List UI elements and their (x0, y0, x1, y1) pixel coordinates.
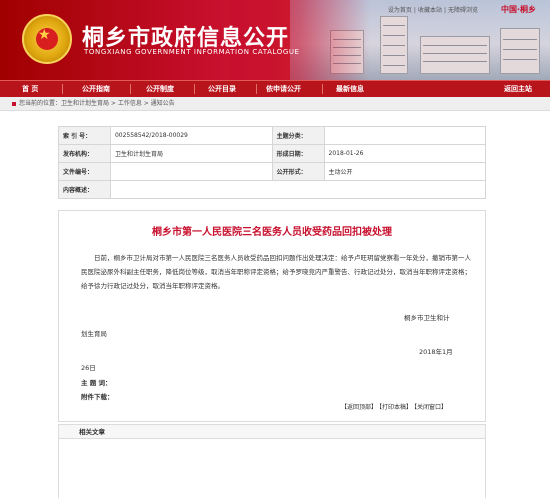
nav-guide[interactable]: 公开指南 (82, 81, 110, 97)
topic-value (323, 126, 487, 145)
nav-system[interactable]: 公开制度 (146, 81, 174, 97)
breadcrumb: 您当前的位置：卫生和计划生育局 > 工作信息 > 通知公告 (0, 97, 550, 111)
main-nav: 首 页 公开指南 公开制度 公开目录 依申请公开 最新信息 返回主站 (0, 80, 550, 97)
signature-line: 桐乡市卫生和计 (404, 314, 450, 322)
docno-label: 文件编号： (58, 162, 111, 181)
header-banner: ★ 桐乡市政府信息公开 TONGXIANG GOVERNMENT INFORMA… (0, 0, 550, 80)
top-links: 设为首页 | 收藏本站 | 无障碍浏览 (386, 7, 480, 14)
breadcrumb-text[interactable]: 您当前的位置：卫生和计划生育局 > 工作信息 > 通知公告 (19, 100, 175, 107)
bullet-icon (12, 101, 16, 106)
print-link[interactable]: 【打印本稿】 (378, 404, 413, 411)
nav-catalogue[interactable]: 公开目录 (208, 81, 236, 97)
nav-home[interactable]: 首 页 (22, 81, 38, 97)
building-image (380, 16, 408, 74)
accessibility-link[interactable]: 无障碍浏览 (446, 7, 480, 14)
form-label: 公开形式： (271, 162, 325, 181)
building-image (420, 36, 490, 74)
nav-latest[interactable]: 最新信息 (336, 81, 364, 97)
related-heading: 相关文章 (59, 425, 485, 439)
attachment-label: 附件下载： (81, 393, 114, 401)
article-body: 日前，桐乡市卫计局对市第一人民医院三名医务人员收受药品回扣问题作出处理决定：给予… (81, 254, 471, 290)
publish-date-continued: 26日 (81, 364, 96, 372)
national-emblem-icon: ★ (22, 14, 72, 64)
article-actions: 【返回顶部】 【打印本稿】 【关闭窗口】 (340, 402, 448, 411)
summary-value (109, 180, 487, 199)
date-value: 2018-01-26 (323, 144, 487, 163)
nav-application[interactable]: 依申请公开 (266, 81, 301, 97)
issuer-value: 卫生和计划生育局 (109, 144, 273, 163)
bookmark-link[interactable]: 收藏本站 (416, 7, 444, 14)
close-window-link[interactable]: 【关闭窗口】 (413, 404, 448, 411)
issuer-label: 发布机构： (58, 144, 111, 163)
site-subtitle: TONGXIANG GOVERNMENT INFORMATION CATALOG… (84, 48, 300, 56)
metadata-table: 索 引 号： 002558542/2018-00029 主题分类： 发布机构： … (58, 126, 487, 199)
keywords-label: 主 题 词： (81, 379, 112, 387)
building-image (500, 28, 540, 74)
publish-date: 2018年1月 (419, 348, 453, 356)
article-panel: 桐乡市第一人民医院三名医务人员收受药品回扣被处理 日前，桐乡市卫计局对市第一人民… (58, 210, 486, 422)
index-label: 索 引 号： (58, 126, 111, 145)
signature-line-continued: 划生育局 (81, 330, 107, 338)
article-title: 桐乡市第一人民医院三名医务人员收受药品回扣被处理 (152, 227, 392, 238)
nav-main-site[interactable]: 返回主站 (504, 81, 532, 97)
related-articles: 相关文章 (58, 424, 486, 498)
topic-label: 主题分类： (271, 126, 325, 145)
docno-value (109, 162, 273, 181)
date-label: 形成日期： (271, 144, 325, 163)
index-value: 002558542/2018-00029 (109, 126, 273, 145)
form-value: 主动公开 (323, 162, 487, 181)
tongxiang-logo[interactable]: 中国·桐乡 (501, 4, 536, 15)
set-homepage-link[interactable]: 设为首页 (386, 7, 414, 14)
back-to-top-link[interactable]: 【返回顶部】 (340, 404, 378, 411)
summary-label: 内容概述： (58, 180, 111, 199)
